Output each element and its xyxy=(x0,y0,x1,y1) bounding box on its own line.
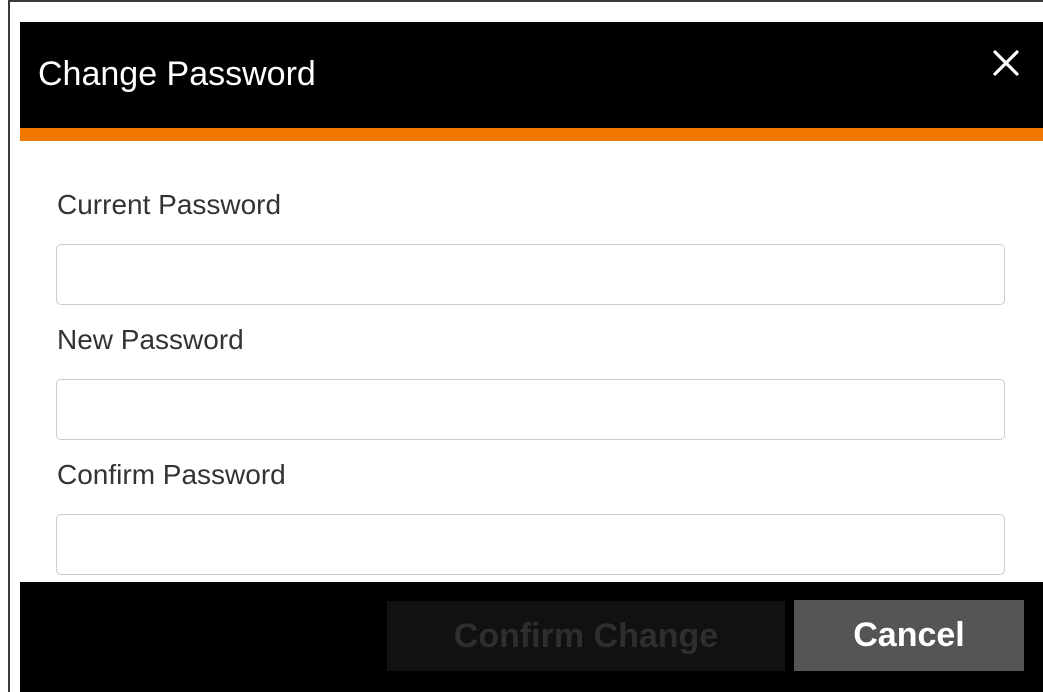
header-accent-bar xyxy=(20,128,1043,141)
current-password-field[interactable] xyxy=(56,244,1005,305)
close-icon xyxy=(993,50,1019,76)
change-password-dialog: Change Password Current Password New Pas… xyxy=(20,22,1043,692)
new-password-label: New Password xyxy=(57,324,244,355)
backdrop-edge-top xyxy=(8,0,1043,2)
dialog-footer: Confirm Change Cancel xyxy=(20,582,1043,692)
backdrop-edge-left xyxy=(8,0,10,692)
current-password-label: Current Password xyxy=(57,189,282,220)
confirm-password-label: Confirm Password xyxy=(57,459,286,490)
cancel-button[interactable]: Cancel xyxy=(794,600,1024,671)
dialog-body: Current Password New Password Confirm Pa… xyxy=(20,141,1043,582)
dialog-header: Change Password xyxy=(20,22,1043,128)
confirm-password-field[interactable] xyxy=(56,514,1005,575)
confirm-change-button[interactable]: Confirm Change xyxy=(387,601,785,671)
close-button[interactable] xyxy=(989,46,1023,80)
dialog-title: Change Password xyxy=(38,55,316,93)
new-password-field[interactable] xyxy=(56,379,1005,440)
